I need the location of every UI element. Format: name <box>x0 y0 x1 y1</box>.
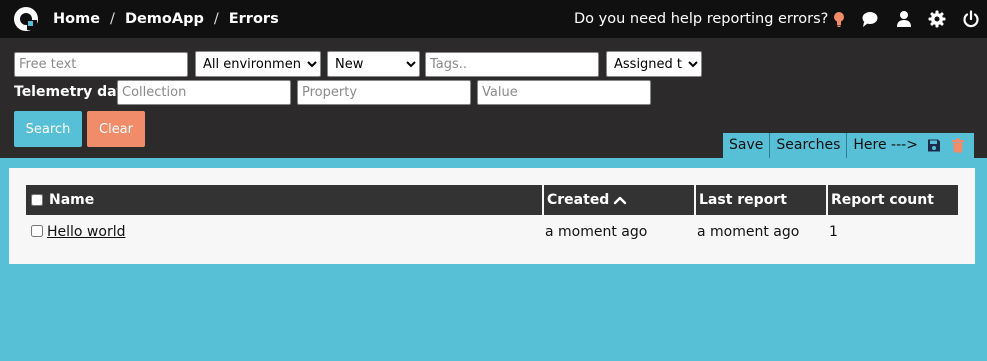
breadcrumb-errors: Errors <box>228 11 279 27</box>
breadcrumb-home[interactable]: Home <box>53 11 100 27</box>
clear-button[interactable]: Clear <box>87 111 145 147</box>
searches-tab[interactable]: Searches <box>769 133 846 158</box>
property-input[interactable] <box>297 80 471 105</box>
lightbulb-icon[interactable] <box>830 10 848 28</box>
save-search-tab[interactable]: Save <box>723 133 769 158</box>
error-name-link[interactable]: Hello world <box>47 224 125 240</box>
row-created: a moment ago <box>545 224 648 240</box>
power-icon[interactable] <box>962 10 980 28</box>
table-header: Name Created Last report Report count <box>26 185 958 215</box>
row-report-count: 1 <box>829 224 838 240</box>
telemetry-data-label: Telemetry data <box>14 84 133 100</box>
environment-select[interactable]: All environments <box>195 51 321 77</box>
logo-icon[interactable] <box>13 6 39 32</box>
column-last-report-label: Last report <box>699 192 787 208</box>
free-text-input[interactable] <box>14 52 188 77</box>
tags-input[interactable] <box>425 52 599 77</box>
breadcrumb-separator: / <box>110 11 115 27</box>
status-select[interactable]: New <box>327 51 420 77</box>
column-report-count[interactable]: Report count <box>826 185 958 215</box>
assigned-to-select[interactable]: Assigned to <box>606 51 702 77</box>
row-last-report: a moment ago <box>697 224 800 240</box>
column-last-report[interactable]: Last report <box>694 185 826 215</box>
column-name-label: Name <box>49 192 95 208</box>
trash-icon[interactable] <box>951 138 965 153</box>
column-report-count-label: Report count <box>831 192 934 208</box>
gear-icon[interactable] <box>928 10 946 28</box>
collection-input[interactable] <box>117 80 291 105</box>
user-icon[interactable] <box>895 10 913 28</box>
sort-up-icon <box>614 196 627 205</box>
value-input[interactable] <box>477 80 651 105</box>
breadcrumb-app[interactable]: DemoApp <box>125 11 204 27</box>
breadcrumb: Home / DemoApp / Errors <box>53 0 279 38</box>
row-checkbox[interactable] <box>31 225 43 237</box>
here-tab[interactable]: Here ---> <box>846 133 924 158</box>
results-card: Name Created Last report Report count He… <box>9 168 975 264</box>
column-name[interactable]: Name <box>26 185 542 215</box>
breadcrumb-separator: / <box>213 11 219 27</box>
select-all-checkbox[interactable] <box>31 194 43 206</box>
search-button[interactable]: Search <box>14 111 82 147</box>
column-created-label: Created <box>547 192 610 208</box>
help-text: Do you need help reporting errors? <box>574 11 829 27</box>
column-created[interactable]: Created <box>542 185 694 215</box>
chat-icon[interactable] <box>861 10 879 28</box>
top-bar: Home / DemoApp / Errors Do you need help… <box>0 0 987 38</box>
save-icon[interactable] <box>927 138 941 153</box>
